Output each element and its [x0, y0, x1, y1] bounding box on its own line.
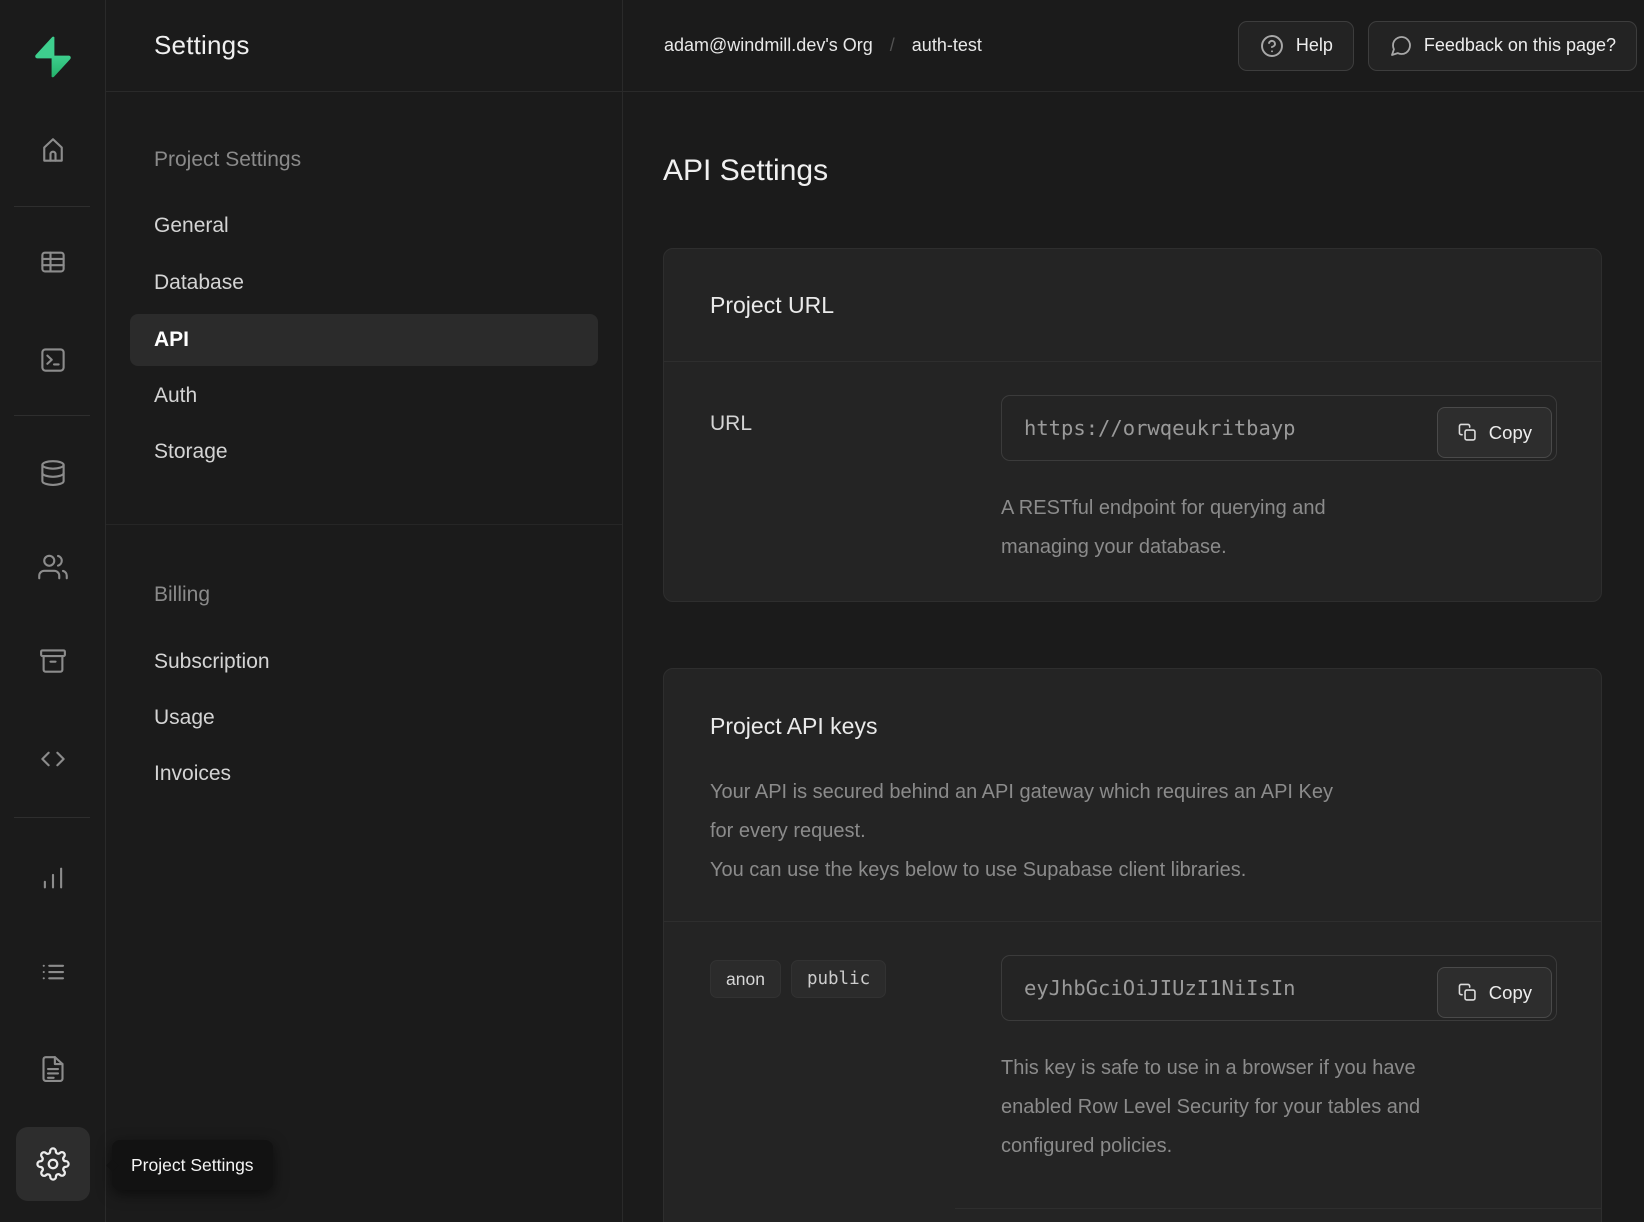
page-title: API Settings — [663, 154, 828, 188]
project-url-card-body: URL https://orwqeukritbayp Copy A RESTfu… — [664, 362, 1601, 567]
sidebar-item-subscription[interactable]: Subscription — [130, 636, 598, 688]
help-button[interactable]: Help — [1238, 21, 1354, 71]
sidebar-item-usage[interactable]: Usage — [130, 692, 598, 744]
feedback-button[interactable]: Feedback on this page? — [1368, 21, 1637, 71]
settings-gear-icon[interactable] — [16, 1127, 90, 1201]
icon-rail — [0, 0, 106, 1222]
sidebar-item-api[interactable]: API — [130, 314, 598, 366]
top-bar: adam@windmill.dev's Org / auth-test Help… — [623, 0, 1644, 92]
api-keys-row-divider — [955, 1208, 1601, 1209]
copy-key-label: Copy — [1489, 982, 1532, 1004]
sidebar-item-general[interactable]: General — [130, 200, 598, 252]
copy-key-button[interactable]: Copy — [1437, 967, 1552, 1018]
sql-editor-icon[interactable] — [26, 333, 80, 387]
section-label-project-settings: Project Settings — [154, 148, 301, 172]
url-description: A RESTful endpoint for querying and mana… — [1001, 489, 1381, 567]
auth-users-icon[interactable] — [26, 540, 80, 594]
sidebar-item-storage[interactable]: Storage — [130, 426, 598, 478]
database-icon[interactable] — [26, 446, 80, 500]
docs-icon[interactable] — [26, 1042, 80, 1096]
help-circle-icon — [1259, 33, 1285, 59]
main-content: API Settings Project URL URL https://orw… — [623, 92, 1644, 1222]
api-keys-description-2: You can use the keys below to use Supaba… — [710, 851, 1350, 890]
breadcrumb: adam@windmill.dev's Org / auth-test — [664, 35, 982, 56]
tooltip-text: Project Settings — [131, 1155, 254, 1176]
project-url-card: Project URL URL https://orwqeukritbayp C… — [663, 248, 1602, 602]
sidebar-item-invoices[interactable]: Invoices — [130, 748, 598, 800]
help-button-label: Help — [1296, 35, 1333, 56]
anon-badge: anon — [710, 960, 781, 998]
speech-bubble-icon — [1389, 34, 1413, 58]
project-url-card-header: Project URL — [664, 249, 1601, 362]
breadcrumb-org[interactable]: adam@windmill.dev's Org — [664, 35, 873, 56]
breadcrumb-project[interactable]: auth-test — [912, 35, 982, 56]
rail-divider — [14, 206, 90, 207]
section-label-billing: Billing — [154, 583, 210, 607]
anon-key-description: This key is safe to use in a browser if … — [1001, 1049, 1421, 1166]
api-keys-card-title: Project API keys — [710, 713, 1555, 740]
key-badges: anon public — [710, 955, 1001, 1209]
sidebar-item-auth[interactable]: Auth — [130, 370, 598, 422]
api-keys-card: Project API keys Your API is secured beh… — [663, 668, 1602, 1222]
settings-panel-header: Settings — [106, 0, 622, 92]
table-editor-icon[interactable] — [26, 235, 80, 289]
api-keys-description-1: Your API is secured behind an API gatewa… — [710, 773, 1350, 851]
api-keys-card-body: anon public eyJhbGciOiJIUzI1NiIsIn Copy … — [664, 922, 1601, 1209]
supabase-logo-icon[interactable] — [31, 35, 75, 79]
copy-url-label: Copy — [1489, 422, 1532, 444]
home-icon[interactable] — [26, 123, 80, 177]
settings-nav-panel: Settings Project Settings General Databa… — [106, 0, 623, 1222]
storage-icon[interactable] — [26, 634, 80, 688]
copy-icon — [1457, 982, 1478, 1003]
rail-divider — [14, 817, 90, 818]
project-settings-tooltip: Project Settings — [112, 1140, 273, 1190]
reports-icon[interactable] — [26, 851, 80, 905]
code-icon[interactable] — [26, 732, 80, 786]
settings-panel-title: Settings — [154, 30, 250, 61]
public-badge: public — [791, 960, 886, 998]
project-url-card-title: Project URL — [710, 292, 834, 319]
copy-icon — [1457, 422, 1478, 443]
nav-divider — [106, 524, 622, 525]
api-keys-card-header: Project API keys Your API is secured beh… — [664, 669, 1601, 922]
breadcrumb-separator: / — [890, 35, 895, 56]
feedback-button-label: Feedback on this page? — [1424, 35, 1616, 56]
copy-url-button[interactable]: Copy — [1437, 407, 1552, 458]
rail-divider — [14, 415, 90, 416]
logs-icon[interactable] — [26, 945, 80, 999]
url-field-label: URL — [710, 395, 1001, 567]
sidebar-item-database[interactable]: Database — [130, 257, 598, 309]
